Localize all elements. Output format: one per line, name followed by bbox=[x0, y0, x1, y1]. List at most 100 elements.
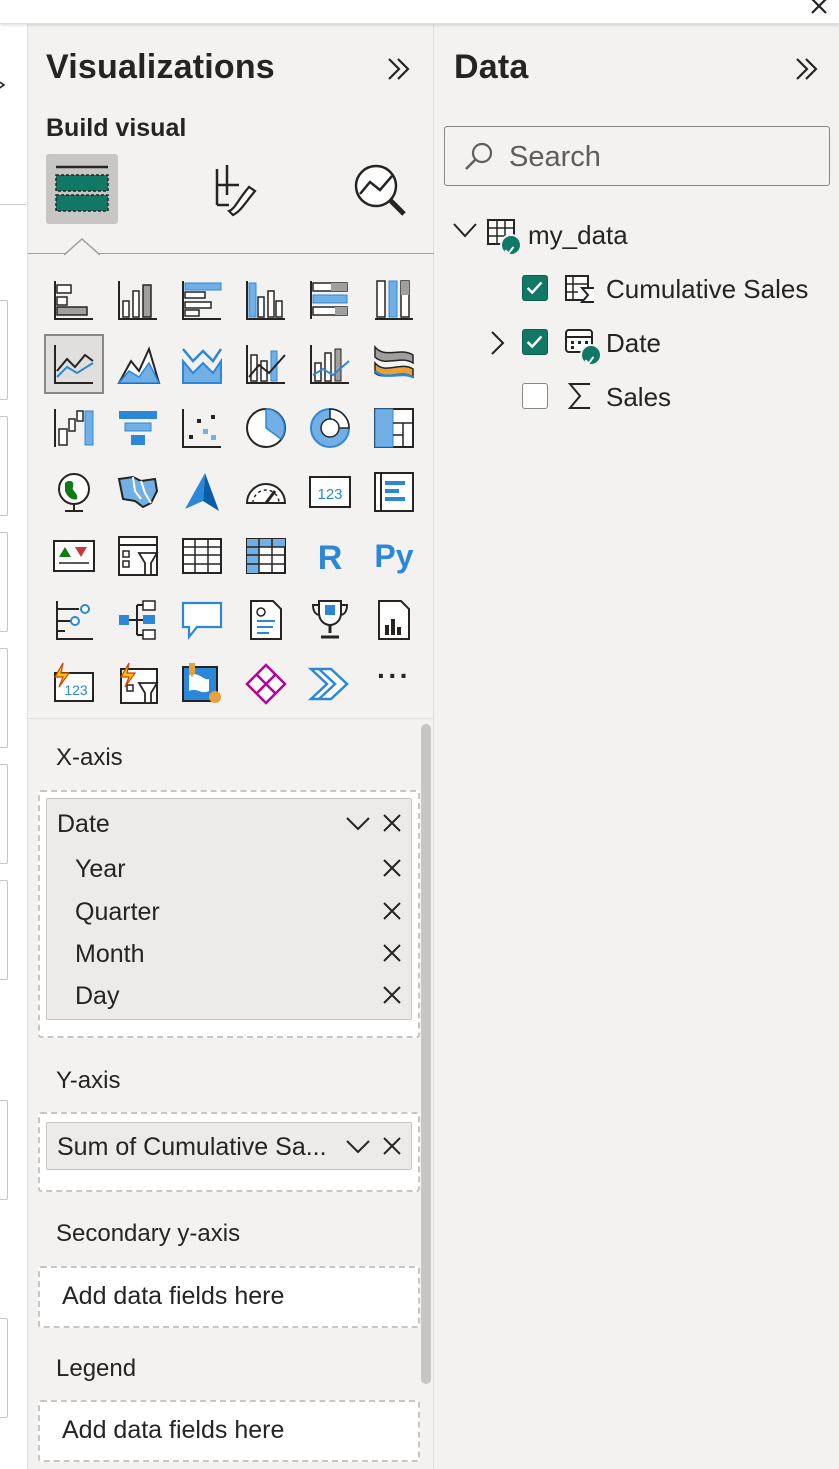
chevron-down-icon[interactable] bbox=[345, 812, 371, 834]
kpi-icon[interactable] bbox=[44, 526, 104, 586]
stacked-area-chart-icon[interactable] bbox=[172, 334, 232, 394]
power-apps-icon[interactable] bbox=[236, 654, 296, 714]
key-influencers-icon[interactable] bbox=[44, 590, 104, 650]
chevron-down-icon[interactable] bbox=[452, 220, 478, 240]
filter-card[interactable] bbox=[0, 880, 8, 980]
analytics-tab[interactable] bbox=[344, 154, 416, 224]
smart-narrative-icon[interactable] bbox=[236, 590, 296, 650]
area-chart-icon[interactable] bbox=[108, 334, 168, 394]
arrow-icon[interactable] bbox=[0, 80, 6, 90]
quarter-subfield-row[interactable]: Quarter bbox=[47, 891, 411, 931]
slicer-icon[interactable] bbox=[108, 526, 168, 586]
field-cumulative-sales[interactable]: Cumulative Sales bbox=[448, 268, 828, 308]
qa-icon[interactable] bbox=[172, 590, 232, 650]
format-brush-icon bbox=[215, 165, 257, 217]
day-subfield-row[interactable]: Day bbox=[47, 975, 411, 1015]
filter-card[interactable] bbox=[0, 1100, 8, 1200]
add-fields-placeholder: Add data fields here bbox=[62, 1416, 285, 1444]
y-axis-well[interactable]: Sum of Cumulative Sa... bbox=[38, 1112, 420, 1192]
paginated-report-icon[interactable] bbox=[364, 590, 424, 650]
azure-map-icon[interactable] bbox=[172, 462, 232, 522]
100-stacked-bar-chart-icon[interactable] bbox=[300, 270, 360, 330]
svg-text:Py: Py bbox=[374, 538, 413, 574]
clustered-column-chart-icon[interactable] bbox=[236, 270, 296, 330]
metrics-icon[interactable] bbox=[300, 590, 360, 650]
remove-field-icon[interactable] bbox=[381, 1135, 403, 1157]
gauge-icon[interactable] bbox=[236, 462, 296, 522]
calculated-measure-icon bbox=[565, 275, 594, 303]
sales-checkbox[interactable] bbox=[522, 383, 548, 409]
funnel-chart-icon[interactable] bbox=[108, 398, 168, 458]
scatter-chart-icon[interactable] bbox=[172, 398, 232, 458]
treemap-icon[interactable] bbox=[364, 398, 424, 458]
multi-row-card-icon[interactable] bbox=[364, 462, 424, 522]
donut-chart-icon[interactable] bbox=[300, 398, 360, 458]
pie-chart-icon[interactable] bbox=[236, 398, 296, 458]
svg-text:R: R bbox=[318, 539, 343, 577]
table-icon[interactable] bbox=[172, 526, 232, 586]
expand-pane-icon[interactable] bbox=[384, 54, 414, 84]
close-icon[interactable] bbox=[807, 0, 831, 18]
arcgis-map-icon[interactable] bbox=[172, 654, 232, 714]
filter-card[interactable] bbox=[0, 1318, 8, 1418]
r-script-visual-icon[interactable]: R bbox=[300, 526, 360, 586]
date-checkbox[interactable] bbox=[522, 329, 548, 355]
expand-pane-icon[interactable] bbox=[792, 54, 822, 84]
chevron-right-icon[interactable] bbox=[488, 330, 506, 356]
power-automate-icon[interactable] bbox=[300, 654, 360, 714]
stacked-column-chart-icon[interactable] bbox=[108, 270, 168, 330]
search-input[interactable]: Search bbox=[444, 126, 830, 186]
scrollbar[interactable] bbox=[421, 724, 431, 1384]
cumulative-sales-checkbox[interactable] bbox=[522, 275, 548, 301]
line-chart-icon[interactable] bbox=[44, 334, 104, 394]
x-axis-well[interactable]: Date Year Quarter Month Day bbox=[38, 790, 420, 1038]
format-visual-tab[interactable] bbox=[196, 154, 268, 224]
field-sales[interactable]: Sales bbox=[448, 376, 828, 416]
remove-quarter-icon[interactable] bbox=[381, 900, 403, 922]
power-automate-card-icon[interactable]: 123 bbox=[44, 654, 104, 714]
checkmark-badge-icon bbox=[580, 344, 602, 366]
card-icon[interactable]: 123 bbox=[300, 462, 360, 522]
legend-well[interactable]: Add data fields here bbox=[38, 1400, 420, 1462]
build-visual-tab[interactable] bbox=[46, 154, 118, 224]
date-field-pill[interactable]: Date Year Quarter Month Day bbox=[46, 798, 412, 1020]
chevron-down-icon[interactable] bbox=[345, 1135, 371, 1157]
100-stacked-column-chart-icon[interactable] bbox=[364, 270, 424, 330]
remove-year-icon[interactable] bbox=[381, 857, 403, 879]
decomposition-tree-icon[interactable] bbox=[108, 590, 168, 650]
date-field-row[interactable]: Date bbox=[47, 803, 411, 843]
map-icon[interactable] bbox=[44, 462, 104, 522]
secondary-y-axis-well[interactable]: Add data fields here bbox=[38, 1266, 420, 1328]
filter-card[interactable] bbox=[0, 532, 8, 632]
y-field-row[interactable]: Sum of Cumulative Sa... bbox=[47, 1126, 411, 1166]
filters-pane-edge bbox=[0, 24, 28, 1469]
clustered-bar-chart-icon[interactable] bbox=[172, 270, 232, 330]
line-and-stacked-column-chart-icon[interactable] bbox=[236, 334, 296, 394]
filter-card[interactable] bbox=[0, 764, 8, 864]
stacked-bar-chart-icon[interactable] bbox=[44, 270, 104, 330]
ribbon-chart-icon[interactable] bbox=[364, 334, 424, 394]
power-automate-slicer-icon[interactable] bbox=[108, 654, 168, 714]
cumulative-sales-field-pill[interactable]: Sum of Cumulative Sa... bbox=[46, 1122, 412, 1170]
more-visuals-icon[interactable]: ··· bbox=[364, 654, 424, 714]
remove-day-icon[interactable] bbox=[381, 984, 403, 1006]
month-subfield-row[interactable]: Month bbox=[47, 933, 411, 973]
field-date[interactable]: Date bbox=[448, 322, 828, 366]
analytics-magnify-icon bbox=[354, 164, 406, 216]
filter-card[interactable] bbox=[0, 300, 8, 400]
remove-field-icon[interactable] bbox=[381, 812, 403, 834]
python-visual-icon[interactable]: Py bbox=[364, 526, 424, 586]
matrix-icon[interactable] bbox=[236, 526, 296, 586]
filter-card[interactable] bbox=[0, 648, 8, 748]
divider bbox=[0, 204, 26, 205]
line-and-clustered-column-chart-icon[interactable] bbox=[300, 334, 360, 394]
filter-card[interactable] bbox=[0, 416, 8, 516]
filled-map-icon[interactable] bbox=[108, 462, 168, 522]
sigma-icon bbox=[567, 383, 590, 409]
year-subfield-row[interactable]: Year bbox=[47, 848, 411, 888]
table-my-data[interactable]: my_data bbox=[448, 214, 828, 256]
remove-month-icon[interactable] bbox=[381, 942, 403, 964]
search-icon bbox=[465, 142, 493, 170]
data-title: Data bbox=[454, 48, 529, 86]
waterfall-chart-icon[interactable] bbox=[44, 398, 104, 458]
